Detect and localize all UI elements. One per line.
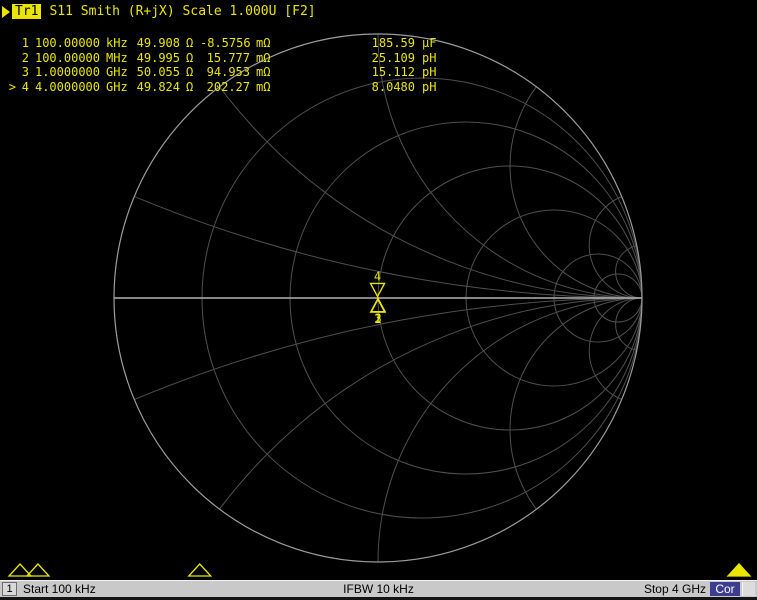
- marker-freq-value: 100.00000: [33, 36, 100, 51]
- reactance-arc: [114, 298, 757, 600]
- stimulus-marker[interactable]: [27, 564, 49, 576]
- marker-freq-value: 1.0000000: [33, 65, 100, 80]
- marker-xunit-value: mΩ: [256, 51, 276, 66]
- marker-xunit-value: mΩ: [256, 80, 276, 95]
- marker-res-value: 49.908: [134, 36, 180, 51]
- marker-eunit-value: pH: [422, 80, 446, 95]
- start-frequency-label[interactable]: Start 100 kHz: [23, 581, 96, 597]
- stimulus-marker[interactable]: [9, 564, 31, 576]
- marker-funit-value: GHz: [106, 80, 132, 95]
- channel-status-bar: 1 Start 100 kHz IFBW 10 kHz Stop 4 GHz C…: [0, 580, 757, 597]
- reactance-arc: [510, 298, 757, 562]
- marker-label: 3: [375, 312, 382, 326]
- marker-equiv-value: 8.0480: [360, 80, 415, 95]
- marker-row: 1 100.00000 kHz49.908 Ω -8.5756 mΩ 185.59 µF: [0, 36, 446, 51]
- marker-freq-value: 100.00000: [33, 51, 100, 66]
- marker-sel-value: >: [0, 80, 16, 95]
- stimulus-marker-active[interactable]: [728, 564, 750, 576]
- marker-symbol-active[interactable]: [371, 283, 385, 296]
- marker-res-value: 49.995: [134, 51, 180, 66]
- marker-funit-value: GHz: [106, 65, 132, 80]
- marker-eunit-value: pH: [422, 65, 446, 80]
- stimulus-marker[interactable]: [189, 564, 211, 576]
- channel-number-box: 1: [2, 582, 17, 596]
- reactance-arc: [378, 298, 757, 600]
- active-trace-pointer-icon: [2, 6, 10, 18]
- marker-label: 4: [374, 269, 381, 283]
- marker-sel-value: [0, 65, 16, 80]
- marker-equiv-value: 15.112: [360, 65, 415, 80]
- marker-runit-value: Ω: [186, 65, 196, 80]
- marker-row: >4 4.0000000 GHz49.824 Ω 202.27 mΩ 8.0480 pH: [0, 80, 446, 95]
- marker-row: 3 1.0000000 GHz50.055 Ω 94.953 mΩ 15.112 pH: [0, 65, 446, 80]
- correction-status-badge: Cor: [710, 582, 740, 596]
- marker-funit-value: kHz: [106, 36, 132, 51]
- marker-equiv-value: 25.109: [360, 51, 415, 66]
- marker-runit-value: Ω: [186, 36, 196, 51]
- marker-num-value: 2: [16, 51, 29, 66]
- marker-react-value: 94.953: [200, 65, 250, 80]
- marker-funit-value: MHz: [106, 51, 132, 66]
- marker-sel-value: [0, 51, 16, 66]
- stop-frequency-label[interactable]: Stop 4 GHz: [644, 581, 706, 597]
- marker-runit-value: Ω: [186, 51, 196, 66]
- marker-num-value: 1: [16, 36, 29, 51]
- marker-res-value: 50.055: [134, 65, 180, 80]
- marker-equiv-value: 185.59: [360, 36, 415, 51]
- marker-freq-value: 4.0000000: [33, 80, 100, 95]
- marker-react-value: 15.777: [200, 51, 250, 66]
- marker-eunit-value: pH: [422, 51, 446, 66]
- marker-xunit-value: mΩ: [256, 65, 276, 80]
- marker-num-value: 3: [16, 65, 29, 80]
- marker-runit-value: Ω: [186, 80, 196, 95]
- reactance-arc: [510, 34, 757, 298]
- marker-readout-table: 1 100.00000 kHz49.908 Ω -8.5756 mΩ 185.59 µF 2 10…: [0, 36, 446, 94]
- marker-num-value: 4: [16, 80, 29, 95]
- trace-title-bar[interactable]: Tr1 S11 Smith (R+jX) Scale 1.000U [F2]: [2, 3, 316, 20]
- marker-row: 2 100.00000 MHz49.995 Ω 15.777 mΩ 25.109 pH: [0, 51, 446, 66]
- marker-res-value: 49.824: [134, 80, 180, 95]
- vna-screen: 1234 Tr1 S11 Smith (R+jX) Scale 1.000U […: [0, 0, 757, 600]
- marker-react-value: -8.5756: [200, 36, 250, 51]
- marker-xunit-value: mΩ: [256, 36, 276, 51]
- status-spare-box: [742, 582, 755, 596]
- trace-title-text[interactable]: S11 Smith (R+jX) Scale 1.000U [F2]: [49, 4, 315, 19]
- marker-sel-value: [0, 36, 16, 51]
- marker-eunit-value: µF: [422, 36, 446, 51]
- marker-react-value: 202.27: [200, 80, 250, 95]
- ifbw-label[interactable]: IFBW 10 kHz: [343, 581, 414, 597]
- trace-badge[interactable]: Tr1: [12, 4, 41, 19]
